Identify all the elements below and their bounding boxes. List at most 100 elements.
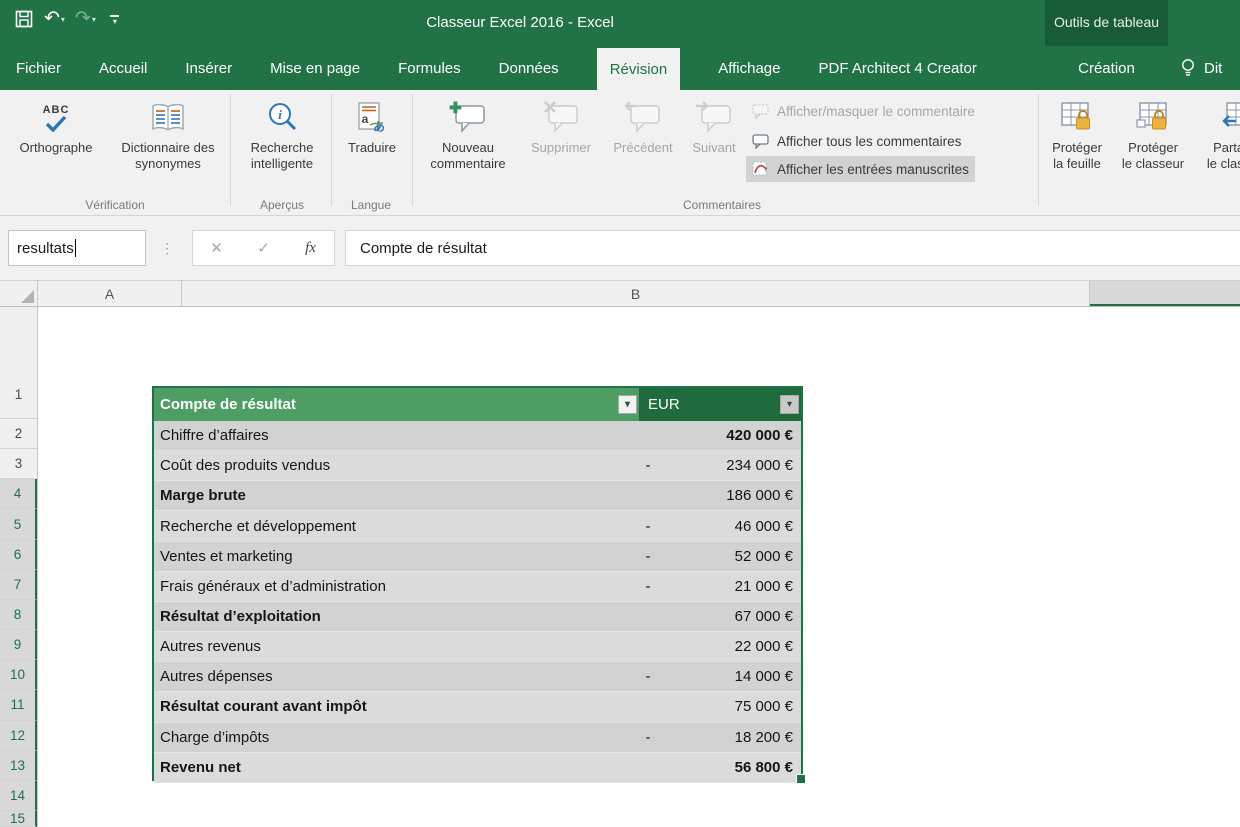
group-label-langue: Langue bbox=[331, 198, 411, 212]
table-cell-label[interactable]: Résultat d’exploitation bbox=[154, 608, 633, 625]
row-header-6[interactable]: 6 bbox=[0, 540, 37, 570]
row-header-1[interactable]: 1 bbox=[0, 307, 37, 419]
column-header-b[interactable]: B bbox=[182, 281, 1090, 306]
column-header-a[interactable]: A bbox=[38, 281, 182, 306]
table-header-title-cell[interactable]: Compte de résultat ▾ bbox=[154, 388, 639, 421]
new-comment-icon bbox=[448, 96, 488, 140]
group-label-apercus: Aperçus bbox=[236, 198, 328, 212]
table-header-currency-cell[interactable]: EUR ▾ bbox=[639, 388, 801, 421]
spelling-label: Orthographe bbox=[20, 140, 93, 156]
svg-text:a: a bbox=[362, 112, 369, 126]
row-header-13[interactable]: 13 bbox=[0, 751, 37, 781]
tab-formules[interactable]: Formules bbox=[398, 46, 461, 90]
table-row: Résultat courant avant impôt 75 000 € bbox=[154, 692, 801, 722]
spelling-button[interactable]: ABC Orthographe bbox=[8, 92, 104, 194]
table-cell-amount[interactable]: 21 000 € bbox=[663, 578, 801, 595]
group-divider bbox=[412, 94, 413, 206]
show-hide-comment-item: Afficher/masquer le commentaire bbox=[746, 98, 981, 124]
table-cell-minus[interactable]: - bbox=[633, 457, 663, 474]
ribbon: ABC Orthographe Dictionnaire des synonym… bbox=[0, 90, 1240, 216]
row-header-5[interactable]: 5 bbox=[0, 509, 37, 539]
protect-workbook-button[interactable]: Protéger le classeur bbox=[1112, 92, 1194, 194]
table-cell-label[interactable]: Résultat courant avant impôt bbox=[154, 698, 633, 715]
table-cell-amount[interactable]: 420 000 € bbox=[663, 427, 801, 444]
row-header-9[interactable]: 9 bbox=[0, 630, 37, 660]
tab-mise-en-page[interactable]: Mise en page bbox=[270, 46, 360, 90]
table-cell-minus[interactable]: - bbox=[633, 729, 663, 746]
protect-sheet-button[interactable]: Protéger la feuille bbox=[1046, 92, 1108, 194]
table-cell-amount[interactable]: 75 000 € bbox=[663, 698, 801, 715]
row-header-8[interactable]: 8 bbox=[0, 600, 37, 630]
tab-inserer[interactable]: Insérer bbox=[185, 46, 232, 90]
table-cell-amount[interactable]: 234 000 € bbox=[663, 457, 801, 474]
table-cell-label[interactable]: Marge brute bbox=[154, 487, 633, 504]
smart-lookup-icon: i bbox=[265, 96, 299, 140]
tab-fichier[interactable]: Fichier bbox=[16, 46, 61, 90]
table-cell-label[interactable]: Revenu net bbox=[154, 759, 633, 776]
table-header-row: Compte de résultat ▾ EUR ▾ bbox=[154, 388, 801, 421]
tab-affichage[interactable]: Affichage bbox=[718, 46, 780, 90]
name-box[interactable]: resultats bbox=[8, 230, 146, 266]
enter-icon[interactable]: ✓ bbox=[249, 239, 279, 257]
row-header-11[interactable]: 11 bbox=[0, 690, 37, 720]
tab-revision[interactable]: Révision bbox=[597, 48, 681, 90]
name-box-value: resultats bbox=[17, 240, 74, 257]
table-cell-label[interactable]: Chiffre d’affaires bbox=[154, 427, 633, 444]
insert-function-icon[interactable]: fx bbox=[296, 240, 326, 257]
show-all-comments-item[interactable]: Afficher tous les commentaires bbox=[746, 128, 967, 154]
row-header-3[interactable]: 3 bbox=[0, 449, 37, 479]
name-box-splitter[interactable]: ⋮ bbox=[160, 230, 174, 266]
table-cell-minus[interactable]: - bbox=[633, 518, 663, 535]
table-cell-minus[interactable]: - bbox=[633, 548, 663, 565]
tab-creation[interactable]: Création bbox=[1045, 46, 1168, 90]
column-header-c[interactable] bbox=[1090, 281, 1240, 306]
table-cell-amount[interactable]: 186 000 € bbox=[663, 487, 801, 504]
translate-button[interactable]: a あ Traduire bbox=[337, 92, 407, 194]
tab-donnees[interactable]: Données bbox=[499, 46, 559, 90]
row-header-2[interactable]: 2 bbox=[0, 419, 37, 449]
table-cell-label[interactable]: Ventes et marketing bbox=[154, 548, 633, 565]
table-cell-amount[interactable]: 18 200 € bbox=[663, 729, 801, 746]
fill-handle[interactable] bbox=[796, 774, 806, 784]
table-cell-amount[interactable]: 46 000 € bbox=[663, 518, 801, 535]
table-cell-amount[interactable]: 52 000 € bbox=[663, 548, 801, 565]
new-comment-button[interactable]: Nouveau commentaire bbox=[420, 92, 516, 194]
row-header-10[interactable]: 10 bbox=[0, 660, 37, 690]
tell-me-button[interactable]: Dit bbox=[1180, 46, 1222, 90]
smart-lookup-button[interactable]: i Recherche intelligente bbox=[236, 92, 328, 194]
select-all-corner[interactable] bbox=[0, 281, 38, 306]
group-divider bbox=[230, 94, 231, 206]
table-cell-label[interactable]: Recherche et développement bbox=[154, 518, 633, 535]
table-cell-minus[interactable]: - bbox=[633, 578, 663, 595]
table-cell-label[interactable]: Frais généraux et d’administration bbox=[154, 578, 633, 595]
row-header-12[interactable]: 12 bbox=[0, 721, 37, 751]
show-ink-item[interactable]: Afficher les entrées manuscrites bbox=[746, 156, 975, 182]
table-cell-amount[interactable]: 67 000 € bbox=[663, 608, 801, 625]
row-header-14[interactable]: 14 bbox=[0, 781, 37, 811]
tab-accueil[interactable]: Accueil bbox=[99, 46, 147, 90]
filter-dropdown[interactable]: ▾ bbox=[618, 395, 637, 414]
filter-dropdown[interactable]: ▾ bbox=[780, 395, 799, 414]
row-header-4[interactable]: 4 bbox=[0, 479, 37, 509]
smart-lookup-label: Recherche intelligente bbox=[236, 140, 328, 172]
formula-input[interactable]: Compte de résultat bbox=[345, 230, 1240, 266]
table-cell-minus[interactable]: - bbox=[633, 668, 663, 685]
row-header-7[interactable]: 7 bbox=[0, 570, 37, 600]
share-workbook-button[interactable]: Partager le classeur bbox=[1198, 92, 1240, 194]
table-row: Marge brute 186 000 € bbox=[154, 481, 801, 511]
table-cell-label[interactable]: Autres dépenses bbox=[154, 668, 633, 685]
table-cell-amount[interactable]: 14 000 € bbox=[663, 668, 801, 685]
table-cell-label[interactable]: Coût des produits vendus bbox=[154, 457, 633, 474]
cancel-icon[interactable]: ✕ bbox=[202, 239, 232, 257]
tab-pdf-architect[interactable]: PDF Architect 4 Creator bbox=[819, 46, 977, 90]
table-cell-label[interactable]: Charge d’impôts bbox=[154, 729, 633, 746]
table-cell-amount[interactable]: 22 000 € bbox=[663, 638, 801, 655]
group-divider bbox=[331, 94, 332, 206]
row-header-15[interactable]: 15 bbox=[0, 811, 37, 827]
table-cell-label[interactable]: Autres revenus bbox=[154, 638, 633, 655]
share-workbook-label-1: Partager bbox=[1213, 140, 1240, 156]
table-row: Revenu net 56 800 € bbox=[154, 753, 801, 783]
table-cell-amount[interactable]: 56 800 € bbox=[663, 759, 801, 776]
thesaurus-button[interactable]: Dictionnaire des synonymes bbox=[108, 92, 228, 194]
table-row: Autres dépenses-14 000 € bbox=[154, 662, 801, 692]
